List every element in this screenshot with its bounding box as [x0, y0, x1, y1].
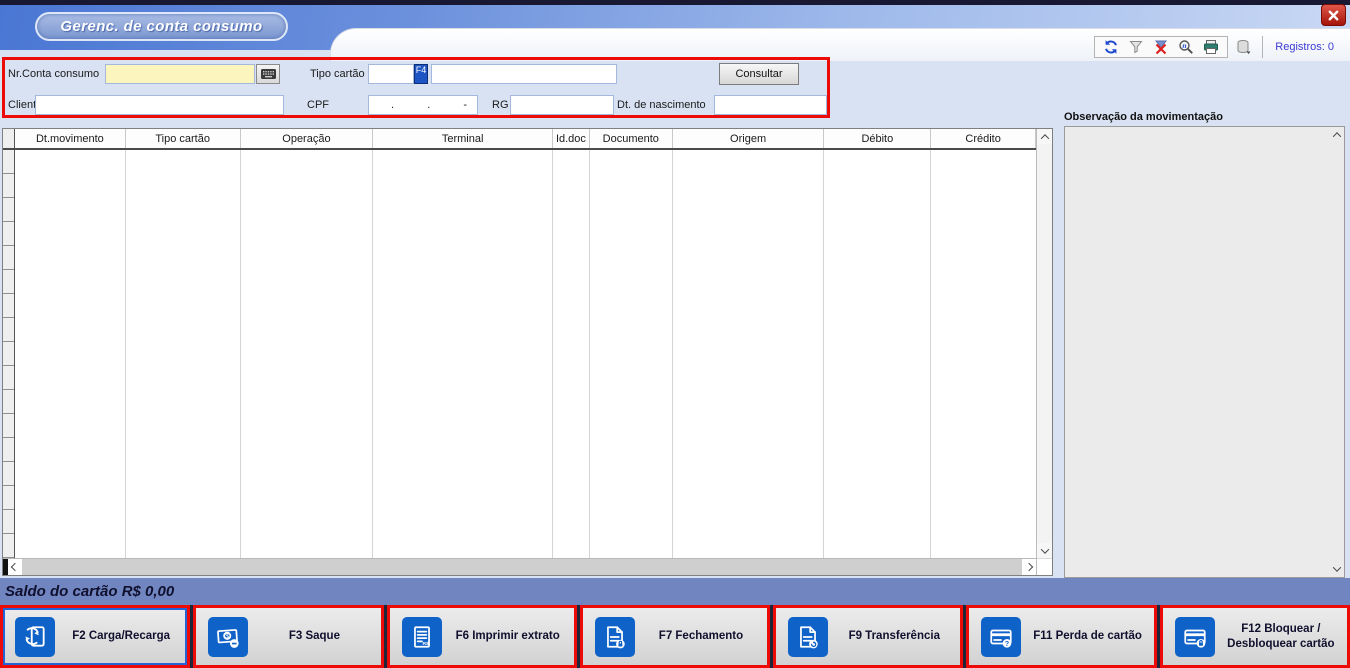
clear-filter-icon[interactable] — [1153, 39, 1169, 55]
cpf-label: CPF — [307, 99, 329, 111]
grid-column-dt-movimento — [15, 150, 126, 558]
observacao-memo[interactable] — [1064, 126, 1345, 578]
records-count: Registros: 0 — [1269, 41, 1346, 53]
scroll-right-button[interactable] — [1021, 559, 1036, 575]
card-question-icon: ? — [981, 617, 1021, 657]
nr-conta-input[interactable] — [105, 64, 255, 84]
col-dt-movimento[interactable]: Dt.movimento — [15, 129, 126, 148]
nr-conta-label: Nr.Conta consumo — [8, 68, 99, 80]
saldo-text: Saldo do cartão R$ 0,00 — [0, 583, 174, 600]
locate-icon[interactable]: n — [1178, 39, 1194, 55]
chevron-down-icon — [1040, 545, 1048, 553]
vertical-scroll-track[interactable] — [1037, 144, 1052, 543]
grid-column-credito — [931, 150, 1036, 558]
movements-grid: Dt.movimento Tipo cartão Operação Termin… — [2, 128, 1053, 576]
col-terminal[interactable]: Terminal — [373, 129, 553, 148]
col-debito[interactable]: Débito — [824, 129, 931, 148]
row-indicator-column — [3, 150, 15, 558]
svg-text:R$: R$ — [422, 641, 429, 647]
f11-perda-cartao-button[interactable]: ? F11 Perda de cartão — [966, 605, 1156, 668]
chevron-up-icon — [1040, 134, 1048, 142]
print-icon[interactable] — [1203, 39, 1219, 55]
record-toolbar: n Registros: 0 — [1094, 36, 1346, 58]
export-icon[interactable] — [1236, 39, 1252, 55]
col-documento[interactable]: Documento — [590, 129, 673, 148]
col-operacao[interactable]: Operação — [241, 129, 374, 148]
form-title-pill: Gerenc. de conta consumo — [35, 12, 288, 41]
document-lock-icon — [595, 617, 635, 657]
chevron-up-icon — [1332, 132, 1340, 140]
rg-input[interactable] — [510, 95, 614, 115]
consultar-button[interactable]: Consultar — [719, 63, 799, 85]
f3-saque-button[interactable]: $ F3 Saque — [193, 605, 383, 668]
grid-column-documento — [590, 150, 673, 558]
grid-column-id-doc — [553, 150, 590, 558]
col-origem[interactable]: Origem — [673, 129, 825, 148]
card-lock-icon — [1175, 617, 1215, 657]
saldo-band: Saldo do cartão R$ 0,00 — [0, 578, 1350, 605]
rg-label: RG — [492, 99, 509, 111]
action-button-bar: F2 Carga/Recarga $ F3 Saque — [0, 605, 1350, 668]
cliente-input[interactable] — [35, 95, 284, 115]
f12-bloquear-desbloquear-button[interactable]: F12 Bloquear / Desbloquear cartão — [1160, 605, 1350, 668]
grid-column-debito — [824, 150, 931, 558]
scroll-down-button[interactable] — [1037, 543, 1052, 558]
title-bar: n Registros: 0 Gerenc. de co — [0, 5, 1350, 56]
app-window: n Registros: 0 Gerenc. de co — [0, 0, 1350, 668]
scrollbar-corner — [1037, 558, 1052, 575]
grid-body — [3, 150, 1036, 558]
grid-header-row: Dt.movimento Tipo cartão Operação Termin… — [3, 129, 1036, 150]
chevron-down-icon — [1332, 563, 1340, 571]
grid-column-operacao — [241, 150, 374, 558]
chevron-right-icon — [1025, 563, 1033, 571]
document-transfer-icon — [788, 617, 828, 657]
observacao-text[interactable] — [1065, 127, 1329, 577]
scroll-left-button[interactable] — [8, 559, 23, 575]
nascimento-label: Dt. de nascimento — [617, 99, 706, 111]
cpf-input[interactable] — [368, 95, 478, 115]
grid-column-tipo-cartao — [126, 150, 241, 558]
svg-text:n: n — [1183, 41, 1187, 50]
svg-text:?: ? — [1005, 640, 1009, 647]
memo-scrollbar[interactable] — [1329, 127, 1344, 577]
grid-vertical-scrollbar[interactable] — [1036, 129, 1052, 575]
observacao-label: Observação da movimentação — [1064, 111, 1223, 123]
chevron-left-icon — [11, 563, 19, 571]
col-tipo-cartao[interactable]: Tipo cartão — [126, 129, 241, 148]
keyboard-icon — [261, 69, 276, 79]
tipo-cartao-desc-input[interactable] — [431, 64, 617, 84]
grid-column-terminal — [373, 150, 553, 558]
scroll-up-button[interactable] — [1037, 129, 1052, 144]
f2-carga-recarga-button[interactable]: F2 Carga/Recarga — [0, 605, 190, 668]
f9-transferencia-button[interactable]: F9 Transferência — [773, 605, 963, 668]
col-id-doc[interactable]: Id.doc — [553, 129, 590, 148]
money-withdraw-icon: $ — [208, 617, 248, 657]
tipo-cartao-lookup-button[interactable]: F4 — [414, 64, 428, 84]
col-credito[interactable]: Crédito — [931, 129, 1036, 148]
nascimento-input[interactable] — [714, 95, 827, 115]
close-icon — [1327, 9, 1340, 22]
toolbar-icon-group: n — [1094, 36, 1228, 58]
toolbar-separator — [1262, 36, 1263, 58]
svg-text:$: $ — [226, 633, 230, 640]
f6-imprimir-extrato-button[interactable]: R$ F6 Imprimir extrato — [387, 605, 577, 668]
close-button[interactable] — [1321, 4, 1346, 26]
grid-horizontal-scrollbar[interactable] — [3, 558, 1036, 575]
tipo-cartao-code-input[interactable] — [368, 64, 414, 84]
tipo-cartao-label: Tipo cartão — [310, 68, 365, 80]
f7-fechamento-button[interactable]: F7 Fechamento — [580, 605, 770, 668]
horizontal-scroll-track[interactable] — [23, 559, 1021, 575]
filter-icon[interactable] — [1128, 39, 1144, 55]
row-indicator-header — [3, 129, 15, 148]
page-title: Gerenc. de conta consumo — [60, 18, 262, 35]
print-statement-icon: R$ — [402, 617, 442, 657]
grid-column-origem — [673, 150, 825, 558]
search-form-highlight: Nr.Conta consumo Tipo cartão F4 Consulta… — [2, 57, 830, 118]
virtual-keyboard-button[interactable] — [256, 64, 280, 84]
refresh-icon[interactable] — [1103, 39, 1119, 55]
card-recharge-icon — [15, 617, 55, 657]
